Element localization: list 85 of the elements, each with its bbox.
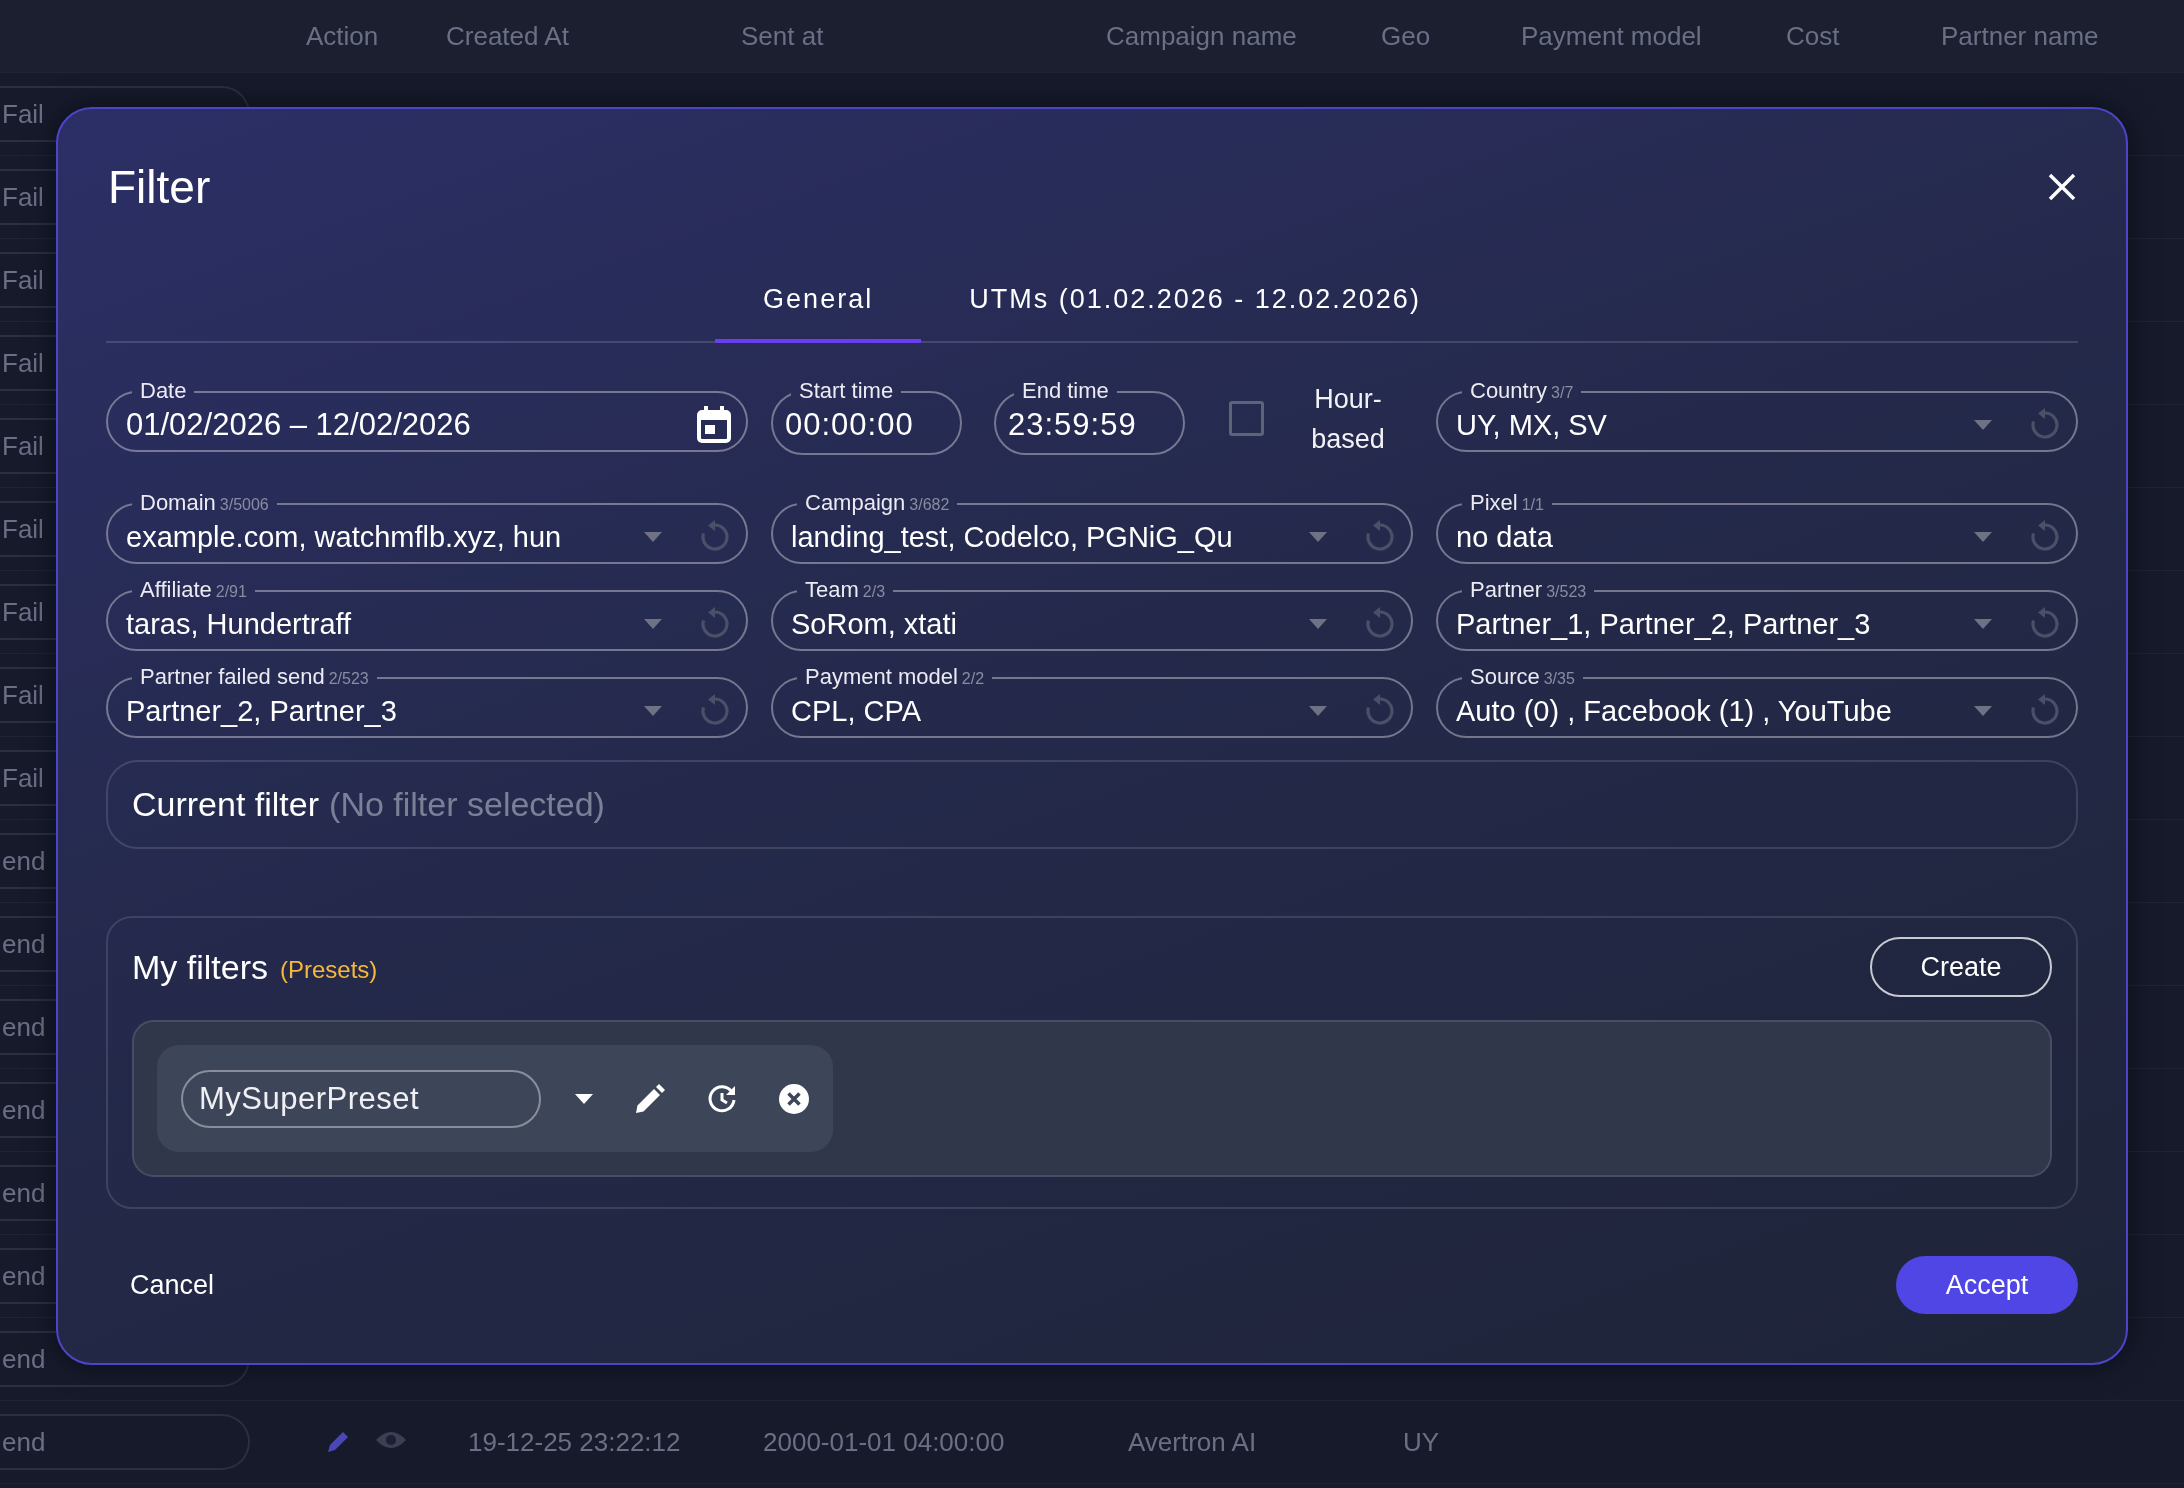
reset-icon[interactable] xyxy=(1363,607,1397,641)
field-value: landing_test, Codelco, PGNiG_Qu xyxy=(791,520,1234,554)
reset-icon[interactable] xyxy=(2028,607,2062,641)
table-cell-text: Avertron AI xyxy=(1127,1426,1258,1458)
field-label: Start time xyxy=(799,378,894,403)
selection-count: 3/523 xyxy=(1546,583,1587,600)
field-label: Partner xyxy=(1470,577,1543,602)
selection-count: 3/7 xyxy=(1551,384,1574,401)
selection-count: 3/5006 xyxy=(219,496,269,513)
field-value: Partner_2, Partner_3 xyxy=(126,694,398,728)
field-value: example.com, watchmflb.xyz, hun xyxy=(126,520,563,554)
accept-button[interactable]: Accept xyxy=(1896,1256,2078,1314)
field-label: Partner failed send xyxy=(140,664,325,689)
reset-icon[interactable] xyxy=(698,694,732,728)
column-header: Action xyxy=(305,20,380,52)
dropdown-field[interactable]: Affiliate 2/91 taras, Hundertraff xyxy=(106,578,748,651)
time-field[interactable]: End time 23:59:59 xyxy=(994,379,1185,455)
reset-icon[interactable] xyxy=(1363,520,1397,554)
time-field[interactable]: Start time 00:00:00 xyxy=(771,379,962,455)
reset-icon[interactable] xyxy=(698,520,732,554)
field-value: no data xyxy=(1456,520,1554,554)
preset-name-field[interactable]: MySuperPreset xyxy=(181,1069,541,1128)
reset-icon[interactable] xyxy=(2028,520,2062,554)
reset-icon[interactable] xyxy=(698,607,732,641)
dropdown-field[interactable]: Campaign 3/682 landing_test, Codelco, PGNiG_Qu xyxy=(771,491,1413,564)
remove-icon[interactable] xyxy=(779,1083,809,1114)
selection-count: 2/523 xyxy=(328,670,369,687)
dialog-title: Filter xyxy=(108,160,211,215)
column-header: Payment model xyxy=(1520,20,1703,52)
field-value: 01/02/2026 – 12/02/2026 xyxy=(126,407,472,443)
section-title: My filters xyxy=(132,947,268,987)
cancel-button[interactable]: Cancel xyxy=(106,1259,239,1311)
field-value: CPL, CPA xyxy=(791,694,922,728)
tab[interactable]: General xyxy=(715,249,922,343)
selection-count: 2/3 xyxy=(862,583,886,600)
current-filter-label: Current filter xyxy=(132,785,320,824)
field-label: Team xyxy=(805,577,859,602)
selection-count: 2/2 xyxy=(961,670,985,687)
selection-count: 1/1 xyxy=(1521,496,1544,513)
section-subtitle: (Presets) xyxy=(280,956,378,984)
field-label: Domain xyxy=(140,490,216,515)
checkbox[interactable] xyxy=(1229,401,1264,436)
dropdown-field[interactable]: Domain 3/5006 example.com, watchmflb.xyz, hun xyxy=(106,491,748,564)
field-label: Pixel xyxy=(1470,490,1518,515)
column-header: Sent at xyxy=(740,20,825,52)
selection-count: 3/682 xyxy=(909,496,950,513)
reset-icon[interactable] xyxy=(2028,408,2062,442)
caret-icon[interactable] xyxy=(575,1093,593,1104)
field-label: Affiliate xyxy=(140,577,212,602)
table-cell-text: UY xyxy=(1402,1426,1441,1458)
field-value: SoRom, xtati xyxy=(791,607,958,641)
column-header: Geo xyxy=(1380,20,1432,52)
column-header: Cost xyxy=(1785,20,1841,52)
field-label: Source xyxy=(1470,664,1540,689)
field-label: Date xyxy=(140,378,187,403)
column-header: Campaign name xyxy=(1105,20,1298,52)
selection-count: 3/35 xyxy=(1543,670,1575,687)
field-value: taras, Hundertraff xyxy=(126,607,353,641)
column-header: Partner name xyxy=(1940,20,2100,52)
dropdown-field[interactable]: Partner failed send 2/523 Partner_2, Partner_3 xyxy=(106,665,748,738)
dropdown-field[interactable]: Pixel 1/1 no data xyxy=(1436,491,2078,564)
create-button[interactable]: Create xyxy=(1870,937,2052,997)
checkbox-label: Hour-based xyxy=(1310,383,1386,456)
calendar-icon[interactable] xyxy=(696,406,732,444)
selection-count: 2/91 xyxy=(215,583,247,600)
column-header: Created At xyxy=(445,20,570,52)
history-icon[interactable] xyxy=(707,1083,737,1114)
field-value: Partner_1, Partner_2, Partner_3 xyxy=(1456,607,1872,641)
reset-icon[interactable] xyxy=(2028,694,2062,728)
field-value: UY, MX, SV xyxy=(1456,408,1608,442)
field-label: Campaign xyxy=(805,490,906,515)
field-label: Country xyxy=(1470,378,1548,403)
reset-icon[interactable] xyxy=(1363,694,1397,728)
field-label: Payment model xyxy=(805,664,958,689)
table-cell-text: 19-12-25 23:22:12 xyxy=(467,1426,682,1458)
field-value: 23:59:59 xyxy=(1008,407,1138,443)
close-button[interactable] xyxy=(2046,171,2078,203)
field-value: Auto (0) , Facebook (1) , YouTube xyxy=(1456,694,1893,728)
current-filter-value: (No filter selected) xyxy=(329,785,605,824)
pencil-icon[interactable] xyxy=(635,1083,665,1114)
dropdown-field[interactable]: Payment model 2/2 CPL, CPA xyxy=(771,665,1413,738)
field-value: 00:00:00 xyxy=(785,407,915,443)
tab[interactable]: UTMs (01.02.2026 - 12.02.2026) xyxy=(921,249,1469,343)
table-cell-text: 2000-01-01 04:00:00 xyxy=(762,1426,1006,1458)
field-label: End time xyxy=(1022,378,1109,403)
